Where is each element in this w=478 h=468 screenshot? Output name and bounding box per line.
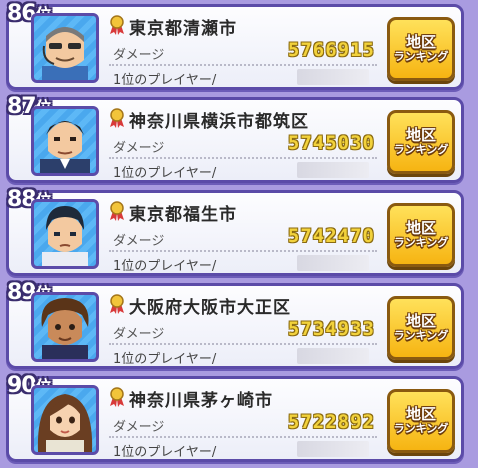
damage-label: ダメージ — [113, 420, 165, 435]
avatar — [31, 199, 99, 269]
ranking-row: 90位 神奈川県茅ヶ崎市 ダメージ 5722892 1位のプレイヤー/ 地区 — [6, 373, 464, 462]
redacted-player-name — [297, 255, 369, 271]
damage-label: ダメージ — [113, 141, 165, 156]
district-ranking-button[interactable]: 地区 ランキング — [387, 389, 455, 453]
top-player-label: 1位のプレイヤー/ — [113, 73, 217, 88]
damage-value: 5734933 — [287, 318, 375, 340]
ranking-row: 87位 神奈川県横浜市都筑区 ダメージ 5745030 1位のプレイヤー/ 地区 — [6, 94, 464, 183]
divider — [109, 343, 377, 345]
boy-short-hair-icon — [42, 206, 88, 266]
man-with-sunglasses-headset-icon — [42, 27, 88, 80]
redacted-player-name — [297, 162, 369, 178]
woman-brown-hair-icon — [37, 394, 93, 452]
button-line1: 地区 — [405, 312, 436, 331]
button-line1: 地区 — [405, 126, 436, 145]
button-line1: 地区 — [405, 219, 436, 238]
button-line2: ランキング — [393, 50, 449, 64]
top-player-label: 1位のプレイヤー/ — [113, 352, 217, 367]
medal-icon — [110, 201, 124, 221]
button-line2: ランキング — [393, 143, 449, 157]
top-player-label: 1位のプレイヤー/ — [113, 166, 217, 181]
redacted-player-name — [297, 441, 369, 457]
top-player-label: 1位のプレイヤー/ — [113, 445, 217, 460]
redacted-player-name — [297, 348, 369, 364]
avatar — [31, 106, 99, 176]
ranking-row: 86位 東京都清瀬市 ダメージ 5766915 1位のプレイヤー/ 地区 ラン — [6, 1, 464, 90]
damage-label: ダメージ — [113, 234, 165, 249]
avatar — [31, 385, 99, 455]
ranking-row: 88位 東京都福生市 ダメージ 5742470 1位のプレイヤー/ 地区 ランキ… — [6, 187, 464, 276]
divider — [109, 250, 377, 252]
button-line1: 地区 — [405, 33, 436, 52]
medal-icon — [110, 108, 124, 128]
divider — [109, 157, 377, 159]
district-name: 東京都福生市 — [129, 205, 237, 225]
damage-value: 5742470 — [287, 225, 375, 247]
button-line2: ランキング — [393, 422, 449, 436]
damage-value: 5766915 — [287, 39, 375, 61]
damage-label: ダメージ — [113, 327, 165, 342]
ranking-row: 89位 大阪府大阪市大正区 ダメージ 5734933 1位のプレイヤー/ 地区 … — [6, 280, 464, 369]
avatar — [31, 13, 99, 83]
man-in-suit-icon — [40, 121, 90, 173]
avatar — [31, 292, 99, 362]
button-line2: ランキング — [393, 329, 449, 343]
district-ranking-button[interactable]: 地区 ランキング — [387, 203, 455, 267]
medal-icon — [110, 294, 124, 314]
redacted-player-name — [297, 69, 369, 85]
district-name: 東京都清瀬市 — [129, 19, 237, 39]
ranking-list: 86位 東京都清瀬市 ダメージ 5766915 1位のプレイヤー/ 地区 ラン — [0, 0, 478, 468]
district-name: 神奈川県茅ヶ崎市 — [129, 391, 273, 411]
divider — [109, 64, 377, 66]
damage-label: ダメージ — [113, 48, 165, 63]
damage-value: 5722892 — [287, 411, 375, 433]
button-line1: 地区 — [405, 405, 436, 424]
district-ranking-button[interactable]: 地区 ランキング — [387, 296, 455, 360]
button-line2: ランキング — [393, 236, 449, 250]
divider — [109, 436, 377, 438]
top-player-label: 1位のプレイヤー/ — [113, 259, 217, 274]
damage-value: 5745030 — [287, 132, 375, 154]
district-name: 大阪府大阪市大正区 — [129, 298, 291, 318]
boy-curly-hair-icon — [41, 298, 89, 359]
medal-icon — [110, 15, 124, 35]
district-ranking-button[interactable]: 地区 ランキング — [387, 17, 455, 81]
district-name: 神奈川県横浜市都筑区 — [129, 112, 309, 132]
district-ranking-button[interactable]: 地区 ランキング — [387, 110, 455, 174]
medal-icon — [110, 387, 124, 407]
